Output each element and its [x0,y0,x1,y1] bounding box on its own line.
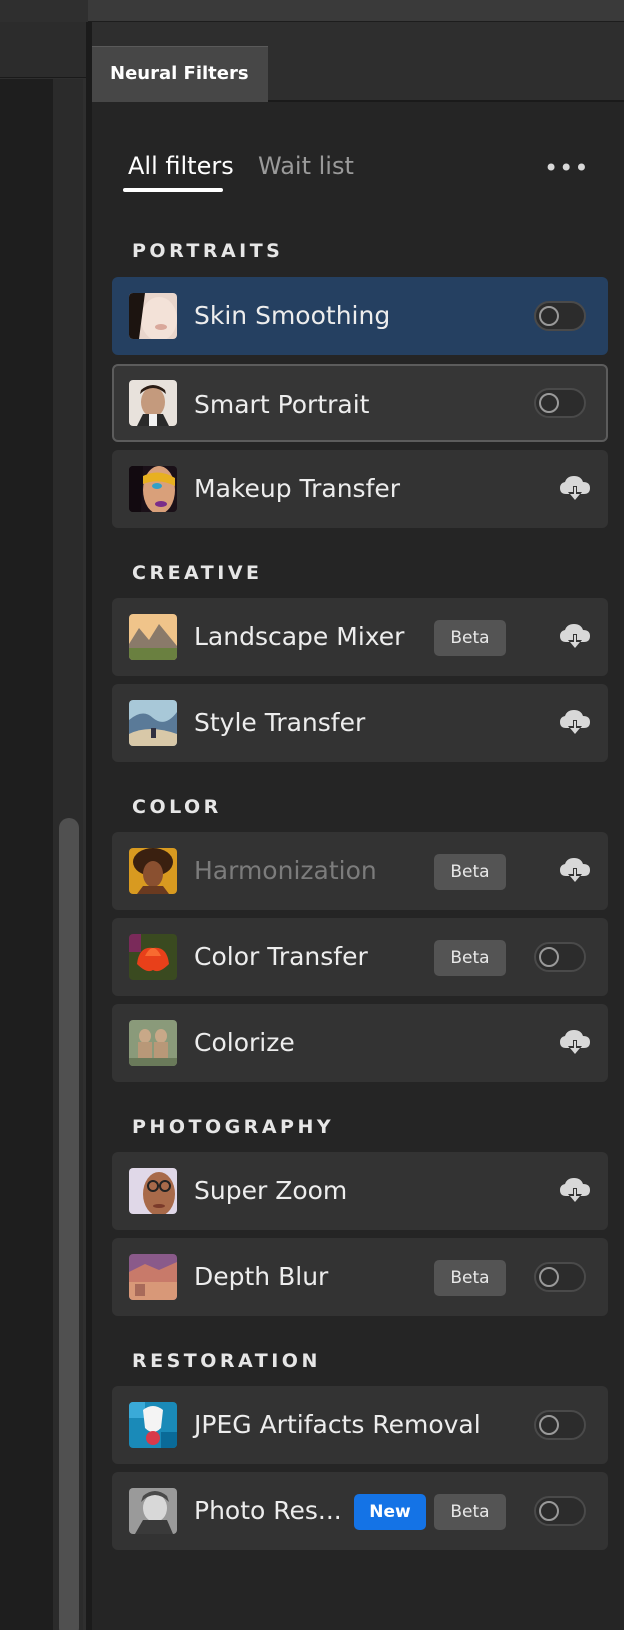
filter-row-harmonization[interactable]: Harmonization Beta [112,832,608,910]
active-tab-indicator [123,188,223,192]
download-cloud-icon[interactable] [558,856,592,886]
panel-tab-neural-filters[interactable]: Neural Filters [92,46,268,102]
filter-label: Skin Smoothing [194,301,391,330]
toggle-knob [539,393,559,413]
document-tab-row [0,22,86,78]
filter-label: Super Zoom [194,1176,348,1205]
toggle-knob [539,947,559,967]
filter-label: Photo Res... [194,1496,342,1525]
section-heading-restoration: RESTORATION [132,1350,321,1372]
filter-label: Makeup Transfer [194,474,401,503]
more-options-icon[interactable]: ••• [544,156,588,186]
jpeg-artifacts-removal-toggle[interactable] [534,1410,586,1440]
download-cloud-icon[interactable] [558,1176,592,1206]
style-transfer-thumbnail [129,700,177,746]
super-zoom-thumbnail [129,1168,177,1214]
photo-restoration-thumbnail [129,1488,177,1534]
makeup-transfer-thumbnail [129,466,177,512]
filter-row-super-zoom[interactable]: Super Zoom [112,1152,608,1230]
filter-label: Colorize [194,1028,295,1057]
filter-row-jpeg-artifacts-removal[interactable]: JPEG Artifacts Removal [112,1386,608,1464]
filter-row-makeup-transfer[interactable]: Makeup Transfer [112,450,608,528]
color-transfer-toggle[interactable] [534,942,586,972]
jpeg-artifacts-removal-thumbnail [129,1402,177,1448]
depth-blur-thumbnail [129,1254,177,1300]
section-heading-creative: CREATIVE [132,562,263,584]
photo-restoration-toggle[interactable] [534,1496,586,1526]
depth-blur-toggle[interactable] [534,1262,586,1292]
color-transfer-thumbnail [129,934,177,980]
beta-badge: Beta [434,940,506,976]
beta-badge: Beta [434,1260,506,1296]
beta-badge: Beta [434,854,506,890]
harmonization-thumbnail [129,848,177,894]
filter-label: Landscape Mixer [194,622,405,651]
filter-label: JPEG Artifacts Removal [194,1410,481,1439]
filter-row-colorize[interactable]: Colorize [112,1004,608,1082]
filter-row-color-transfer[interactable]: Color Transfer Beta [112,918,608,996]
section-heading-portraits: PORTRAITS [132,240,284,262]
beta-badge: Beta [434,620,506,656]
filter-row-style-transfer[interactable]: Style Transfer [112,684,608,762]
skin-smoothing-toggle[interactable] [534,301,586,331]
filter-label: Color Transfer [194,942,368,971]
filter-row-photo-restoration[interactable]: Photo Res... New Beta [112,1472,608,1550]
toggle-knob [539,1267,559,1287]
skin-smoothing-thumbnail [129,293,177,339]
toggle-knob [539,1415,559,1435]
filter-row-depth-blur[interactable]: Depth Blur Beta [112,1238,608,1316]
canvas-area [0,0,88,1630]
filter-label: Depth Blur [194,1262,329,1291]
smart-portrait-thumbnail [129,380,177,426]
download-cloud-icon[interactable] [558,1028,592,1058]
colorize-thumbnail [129,1020,177,1066]
toggle-knob [539,306,559,326]
toggle-knob [539,1501,559,1521]
app-top-bar [0,0,624,22]
new-badge: New [354,1494,426,1530]
beta-badge: Beta [434,1494,506,1530]
filter-row-landscape-mixer[interactable]: Landscape Mixer Beta [112,598,608,676]
filter-row-smart-portrait[interactable]: Smart Portrait [112,364,608,442]
section-heading-photography: PHOTOGRAPHY [132,1116,335,1138]
canvas-scrollbar-thumb[interactable] [59,818,79,1630]
filter-label: Smart Portrait [194,390,370,419]
smart-portrait-toggle[interactable] [534,388,586,418]
filter-row-skin-smoothing[interactable]: Skin Smoothing [112,277,608,355]
filter-label: Harmonization [194,856,377,885]
download-cloud-icon[interactable] [558,474,592,504]
tab-wait-list[interactable]: Wait list [258,146,354,186]
tab-all-filters[interactable]: All filters [128,146,234,186]
filter-label: Style Transfer [194,708,366,737]
download-cloud-icon[interactable] [558,708,592,738]
panel-header: Neural Filters [92,22,624,102]
landscape-mixer-thumbnail [129,614,177,660]
section-heading-color: COLOR [132,796,222,818]
download-cloud-icon[interactable] [558,622,592,652]
neural-filters-panel: Neural Filters All filters Wait list •••… [92,22,624,1630]
document-canvas [0,79,53,1630]
